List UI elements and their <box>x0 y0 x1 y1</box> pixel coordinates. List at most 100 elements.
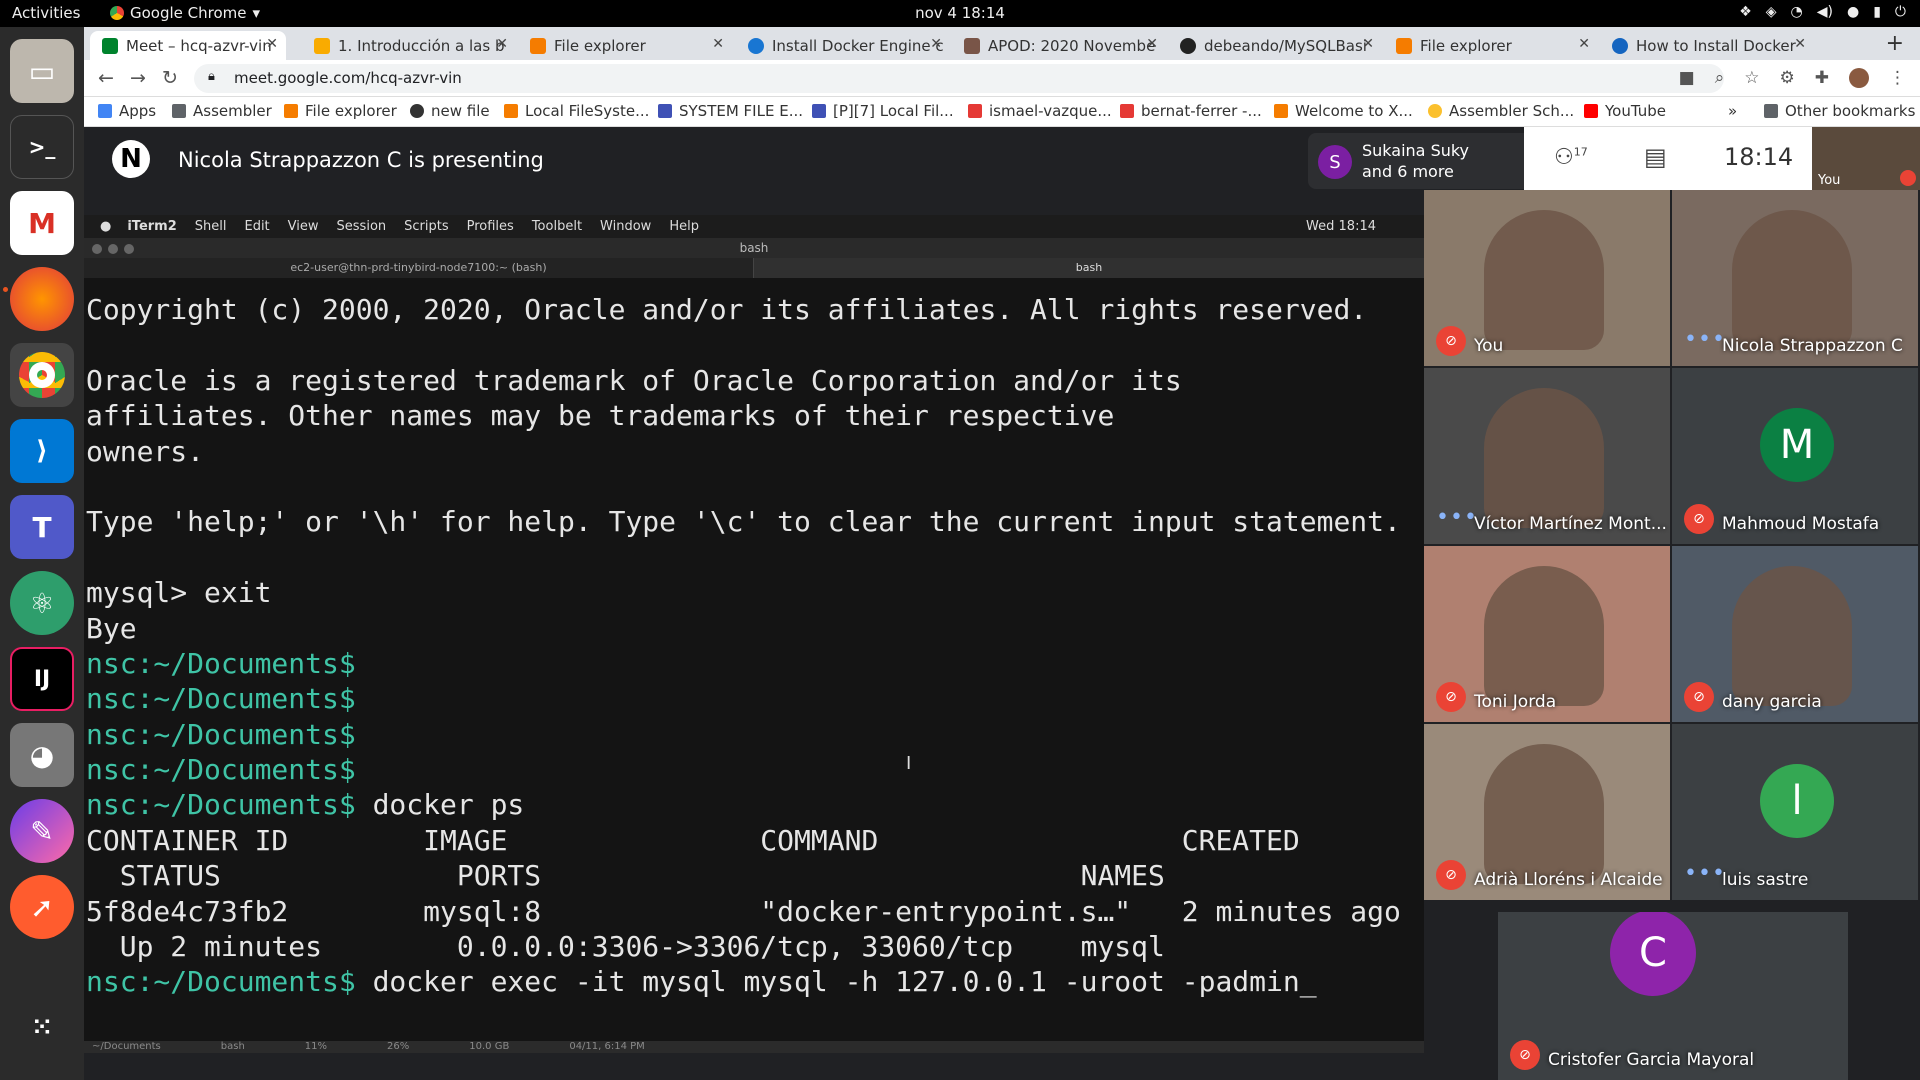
close-icon[interactable]: ✕ <box>712 36 724 52</box>
close-icon[interactable]: ✕ <box>496 36 508 52</box>
participant-tile[interactable]: l ••• luis sastre <box>1672 724 1918 900</box>
menu-item: Window <box>600 219 652 234</box>
atom-icon[interactable]: ⚛ <box>10 571 74 635</box>
address-bar[interactable]: 🔒︎ meet.google.com/hcq-azvr-vin <box>194 64 1724 93</box>
iterm-tab: bash <box>754 258 1424 278</box>
mic-off-icon: ⊘ <box>1436 682 1466 712</box>
bookmark-item[interactable]: Apps <box>98 102 156 120</box>
iterm-tab: ec2-user@thn-prd-tinybird-node7100:~ (ba… <box>84 258 754 278</box>
participant-tile[interactable]: ⊘ Adrià Lloréns i Alcaide <box>1424 724 1670 900</box>
bookmark-item[interactable]: ismael-vazque... <box>968 102 1112 120</box>
forward-button[interactable]: → <box>130 67 146 89</box>
shell-prompt: nsc:~/Documents$ <box>86 646 356 680</box>
new-tab-button[interactable]: + <box>1886 31 1904 56</box>
browser-toolbar: ← → ↻ 🔒︎ meet.google.com/hcq-azvr-vin ■ … <box>84 60 1920 97</box>
tab-item[interactable]: File explorer ✕ <box>1384 31 1598 60</box>
star-icon[interactable]: ☆ <box>1744 68 1759 88</box>
close-icon[interactable]: ✕ <box>1794 36 1806 52</box>
extension-icon[interactable]: ⚙ <box>1780 68 1795 88</box>
close-icon[interactable]: ✕ <box>1362 36 1374 52</box>
chrome-icon[interactable] <box>10 343 74 407</box>
bookmark-item[interactable]: new file <box>410 102 490 120</box>
gimp-icon[interactable]: ◕ <box>10 723 74 787</box>
participant-tile[interactable]: ⊘ Toni Jorda <box>1424 546 1670 722</box>
close-icon[interactable]: ✕ <box>266 36 278 52</box>
participant-name: Toni Jorda <box>1474 692 1557 712</box>
firefox-icon[interactable] <box>10 267 74 331</box>
avatar: S <box>1318 145 1352 179</box>
show-apps-icon[interactable]: ⁙ <box>10 995 74 1059</box>
participant-tile[interactable]: M ⊘ Mahmoud Mostafa <box>1672 368 1918 544</box>
tab-item[interactable]: APOD: 2020 Novembe ✕ <box>952 31 1166 60</box>
mic-off-icon: ⊘ <box>1684 504 1714 534</box>
participant-tile[interactable]: ⊘ dany garcia <box>1672 546 1918 722</box>
participant-tile[interactable]: ⊘ You <box>1424 190 1670 366</box>
menu-icon[interactable]: ⋮ <box>1889 68 1906 88</box>
window-title: bash <box>739 241 769 255</box>
participant-tile[interactable]: ••• Nicola Strappazzon C <box>1672 190 1918 366</box>
avatar[interactable] <box>1849 68 1869 88</box>
docker-icon <box>748 37 764 54</box>
vscode-icon[interactable]: ⟩ <box>10 419 74 483</box>
gmail-icon[interactable]: M <box>10 191 74 255</box>
tab-item[interactable]: debeando/MySQLBasi ✕ <box>1168 31 1382 60</box>
activities-button[interactable]: Activities <box>12 4 80 22</box>
bookmark-item[interactable]: File explorer <box>284 102 397 120</box>
reload-button[interactable]: ↻ <box>162 67 178 89</box>
bookmark-item[interactable]: Assembler Sch... <box>1428 102 1574 120</box>
app-menu[interactable]: Google Chrome ▾ <box>110 4 260 22</box>
close-icon[interactable]: ✕ <box>1146 36 1158 52</box>
volume-icon: ◀) <box>1816 4 1833 20</box>
bookmark-item[interactable]: Assembler <box>172 102 272 120</box>
tab-label: File explorer <box>554 36 646 55</box>
inkscape-icon[interactable]: ✎ <box>10 799 74 863</box>
chat-button[interactable]: ▤ <box>1644 143 1667 171</box>
files-icon[interactable]: ▭ <box>10 39 74 103</box>
close-icon[interactable]: ✕ <box>1578 36 1590 52</box>
other-bookmarks[interactable]: Other bookmarks <box>1764 102 1915 120</box>
zoom-icon[interactable]: ⌕ <box>1715 68 1725 88</box>
bookmark-item[interactable]: YouTube <box>1584 102 1666 120</box>
tab-label: How to Install Docker <box>1636 36 1796 55</box>
bookmark-item[interactable]: Local FileSyste... <box>504 102 649 120</box>
participant-tile[interactable]: ••• Víctor Martínez Mont... <box>1424 368 1670 544</box>
doc-icon <box>658 104 672 118</box>
puzzle-icon[interactable]: ✚ <box>1815 68 1829 88</box>
system-tray[interactable]: ❖ ◈ ◔ ◀) ● ▮ ⏻ <box>1739 4 1906 20</box>
people-button[interactable]: ⚇17 <box>1554 145 1588 170</box>
postman-icon[interactable]: ➚ <box>10 875 74 939</box>
close-icon[interactable]: ✕ <box>930 36 942 52</box>
terminal-line: nsc:~/Documents$ <box>86 681 1424 716</box>
back-button[interactable]: ← <box>98 67 114 89</box>
bookmark-item[interactable]: SYSTEM FILE E... <box>658 102 803 120</box>
system-clock[interactable]: nov 4 18:14 <box>0 4 1920 22</box>
terminal-icon[interactable]: >_ <box>10 115 74 179</box>
bookmark-item[interactable]: Welcome to X... <box>1274 102 1413 120</box>
intellij-icon[interactable]: IJ <box>10 647 74 711</box>
bookmarks-overflow-button[interactable]: » <box>1728 102 1737 120</box>
presenting-label: Nicola Strappazzon C is presenting <box>178 148 544 172</box>
shell-prompt: nsc:~/Documents$ <box>86 753 356 787</box>
tab-meet[interactable]: Meet – hcq-azvr-vin ✕ <box>90 31 286 60</box>
menu-item: Edit <box>244 219 270 234</box>
participant-name: Mahmoud Mostafa <box>1722 514 1880 534</box>
tab-item[interactable]: Install Docker Engine c ✕ <box>736 31 950 60</box>
terminal-text: docker exec -it mysql mysql -h 127.0.0.1… <box>355 965 1317 999</box>
shell-prompt: nsc:~/Documents$ <box>86 717 356 751</box>
tab-item[interactable]: File explorer ✕ <box>518 31 732 60</box>
meeting-time: 18:14 <box>1724 143 1794 171</box>
camera-icon[interactable]: ■ <box>1679 68 1695 88</box>
bookmarks-bar: Apps Assembler File explorer new file Lo… <box>84 97 1920 127</box>
tab-item[interactable]: 1. Introducción a las b ✕ <box>302 31 516 60</box>
bookmark-item[interactable]: [P][7] Local Fil... <box>812 102 954 120</box>
bookmark-item[interactable]: bernat-ferrer -... <box>1120 102 1262 120</box>
mic-off-icon: ⊘ <box>1684 682 1714 712</box>
avatar: l <box>1760 764 1834 838</box>
teams-icon[interactable]: T <box>10 495 74 559</box>
self-view[interactable]: You <box>1812 127 1920 190</box>
tab-item[interactable]: How to Install Docker ✕ <box>1600 31 1814 60</box>
terminal-text: mysql> exit <box>86 576 272 610</box>
joined-participants-chip[interactable]: S Sukaina Suky and 6 more <box>1308 133 1548 189</box>
terminal-line: nsc:~/Documents$ <box>86 752 1424 787</box>
participant-tile[interactable]: C ⊘ Cristofer Garcia Mayoral <box>1498 912 1848 1080</box>
